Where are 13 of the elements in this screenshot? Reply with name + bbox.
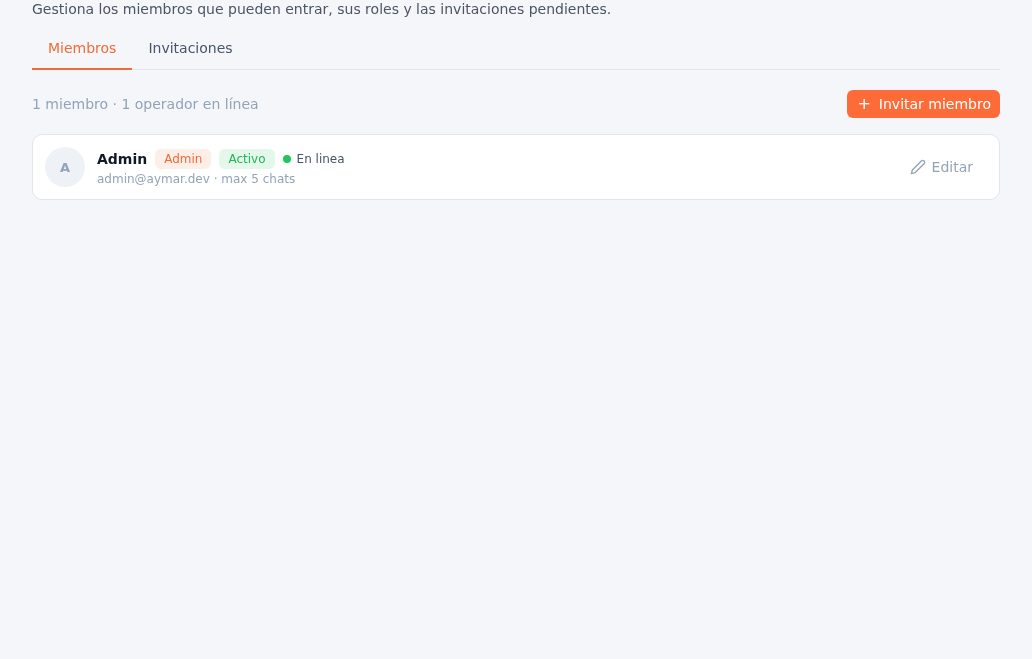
tab[interactable]: Invitaciones [132, 29, 249, 70]
pencil-icon [909, 159, 926, 175]
member-name: Admin [97, 150, 148, 167]
presence-label: En linea [296, 151, 345, 166]
role-badge: Admin [155, 148, 212, 169]
invite-member-button[interactable]: + Invitar miembro [847, 90, 1000, 118]
status-badge: Activo [219, 148, 275, 169]
member-details: admin@aymar.dev · max 5 chats [97, 171, 297, 186]
avatar: A [45, 147, 85, 187]
page-description: Gestiona los miembros que pueden entrar, sus roles y las invitaciones pendientes. [32, 0, 613, 18]
member-summary: 1 miembro · 1 operador en línea [32, 96, 259, 112]
tab[interactable]: Miembros [32, 29, 133, 70]
edit-button[interactable]: Editar [903, 158, 979, 176]
